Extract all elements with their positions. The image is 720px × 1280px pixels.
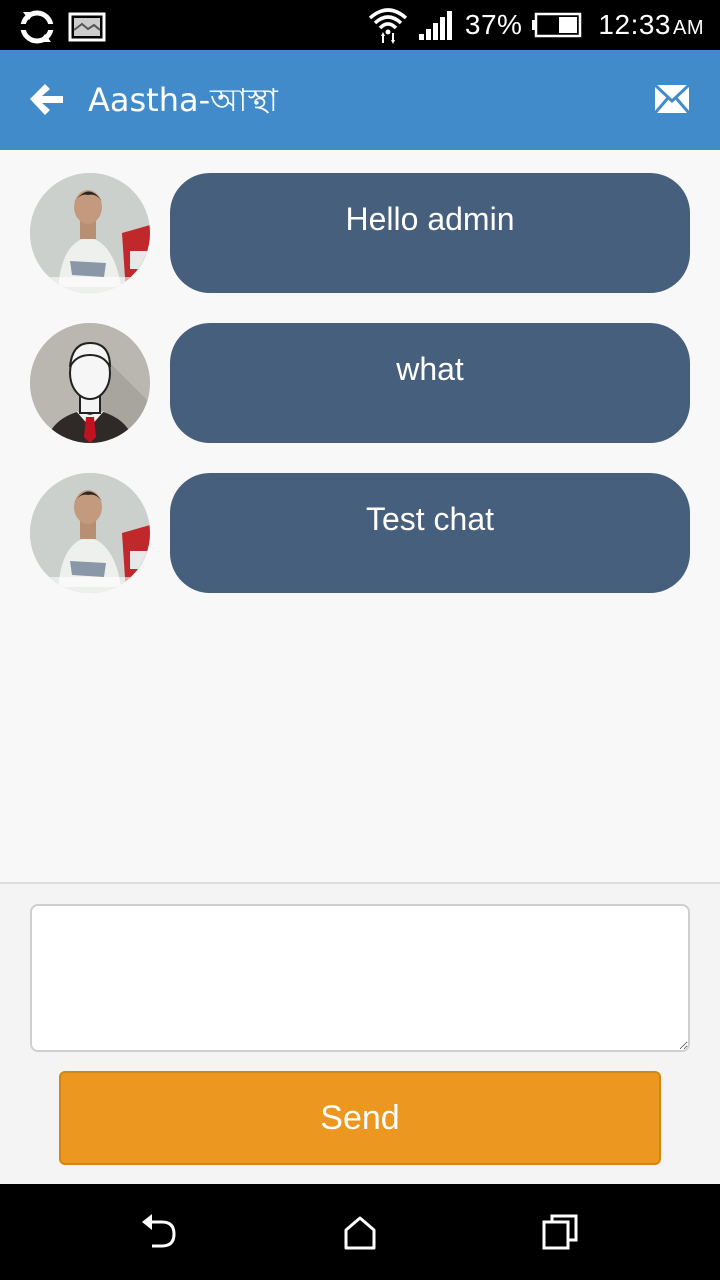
image-notification-icon — [68, 12, 106, 42]
ronaldo-photo-avatar — [30, 473, 150, 593]
clock-time: 12:33 — [598, 9, 671, 40]
page-title: Aastha-আস্থা — [88, 81, 278, 119]
wifi-icon — [368, 8, 408, 44]
clock-ampm: AM — [673, 17, 704, 39]
message-bubble: Test chat — [170, 473, 690, 593]
back-arrow-icon[interactable] — [30, 82, 64, 116]
message-bubble: what — [170, 323, 690, 443]
battery-icon — [532, 12, 582, 38]
mail-icon[interactable] — [654, 83, 690, 115]
recents-icon[interactable] — [540, 1212, 580, 1252]
chat-message: Hello admin — [30, 173, 690, 293]
battery-percent: 37% — [464, 9, 523, 40]
message-bubble: Hello admin — [170, 173, 690, 293]
ronaldo-photo-avatar — [30, 173, 150, 293]
sync-icon — [18, 10, 56, 44]
chat-message: Test chat — [30, 473, 690, 593]
chat-list[interactable]: Hello admin what Test chat — [0, 150, 720, 882]
default-user-avatar — [30, 323, 150, 443]
back-icon[interactable] — [140, 1212, 180, 1252]
compose-area: Send — [0, 884, 720, 1184]
send-button[interactable]: Send — [59, 1071, 661, 1165]
home-icon[interactable] — [340, 1212, 380, 1252]
chat-message: what — [30, 323, 690, 443]
system-nav-bar — [0, 1184, 720, 1280]
status-bar: 37% 12:33 AM — [0, 0, 720, 50]
app-bar: Aastha-আস্থা — [0, 50, 720, 150]
message-input[interactable] — [30, 904, 690, 1052]
signal-icon — [418, 11, 452, 40]
